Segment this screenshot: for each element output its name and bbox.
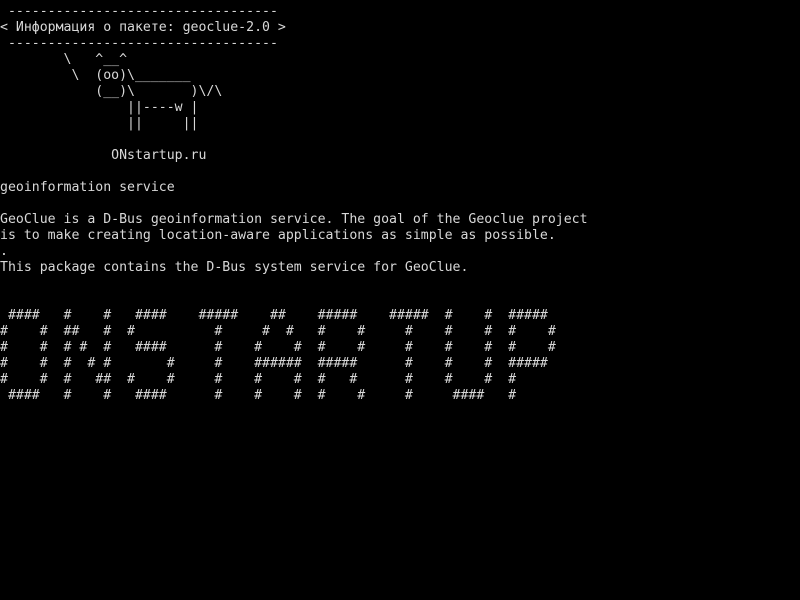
description-line: . <box>0 244 8 259</box>
cow-art-line: (__)\ )\/\ <box>0 84 223 99</box>
cow-art-line: || || <box>0 116 199 131</box>
blank-lines <box>0 276 800 308</box>
package-description: GeoClue is a D-Bus geoinformation servic… <box>0 212 800 276</box>
cow-art-line: \ (oo)\_______ <box>0 68 191 83</box>
terminal-screen[interactable]: ---------------------------------- < Инф… <box>0 0 800 600</box>
banner-line: # # # # # # # ###### ##### # # # ##### <box>0 356 548 371</box>
cow-art-line: \ ^__^ <box>0 52 128 67</box>
cow-art-line: ||----w | <box>0 100 199 115</box>
banner-line: # # # ## # # # # # # # # # # # <box>0 372 517 387</box>
description-line: GeoClue is a D-Bus geoinformation servic… <box>0 212 588 227</box>
cowsay-block: ---------------------------------- < Инф… <box>0 4 800 164</box>
cowsay-top-border: ---------------------------------- <box>0 4 278 19</box>
banner-line: # # # # # #### # # # # # # # # # # <box>0 340 556 355</box>
site-credit: ONstartup.ru <box>0 148 207 163</box>
banner-line: #### # # #### ##### ## ##### ##### # # #… <box>0 308 548 323</box>
cowsay-bottom-border: ---------------------------------- <box>0 36 278 51</box>
description-line: This package contains the D-Bus system s… <box>0 260 469 275</box>
description-line: is to make creating location-aware appli… <box>0 228 556 243</box>
banner-line: #### # # #### # # # # # # #### # <box>0 388 517 403</box>
cow-art-line <box>0 132 800 148</box>
banner-line: # # ## # # # # # # # # # # # # <box>0 324 556 339</box>
onstartup-ascii-banner: #### # # #### ##### ## ##### ##### # # #… <box>0 308 800 404</box>
cowsay-message: < Информация о пакете: geoclue-2.0 > <box>0 20 286 35</box>
package-summary: geoinformation service <box>0 180 175 195</box>
